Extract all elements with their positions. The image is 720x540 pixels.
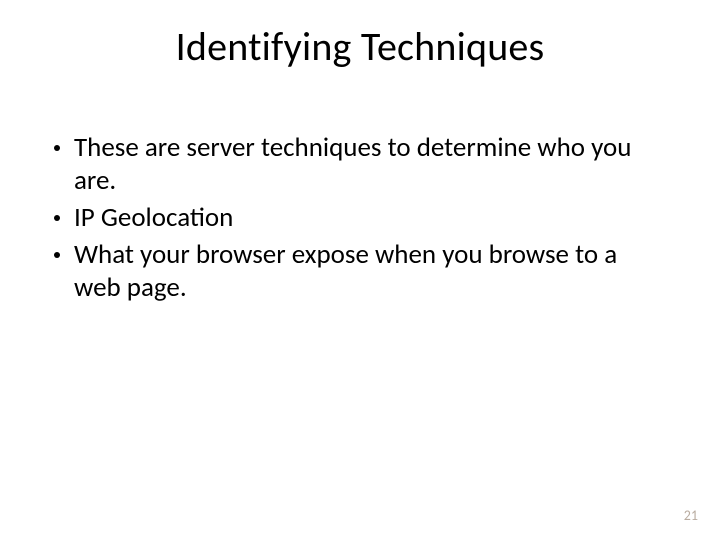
bullet-text: These are server techniques to determine… [74,132,666,198]
slide-body: These are server techniques to determine… [54,132,666,309]
bullet-icon [54,215,60,221]
bullet-text: IP Geolocation [74,202,666,235]
bullet-icon [54,252,60,258]
slide: Identifying Techniques These are server … [0,0,720,540]
list-item: These are server techniques to determine… [54,132,666,198]
page-number: 21 [684,507,698,524]
bullet-icon [54,145,60,151]
slide-title: Identifying Techniques [0,22,720,71]
bullet-text: What your browser expose when you browse… [74,239,666,305]
list-item: What your browser expose when you browse… [54,239,666,305]
list-item: IP Geolocation [54,202,666,235]
